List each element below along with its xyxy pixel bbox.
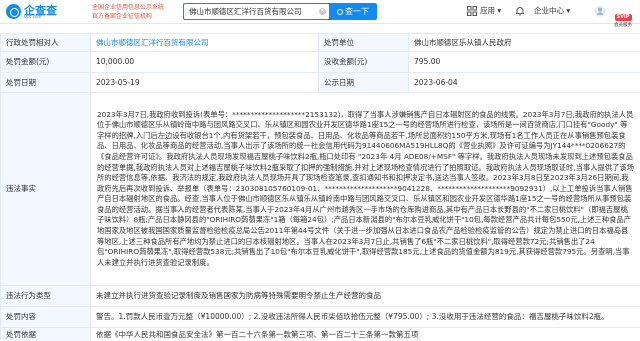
table-row: 行政处罚相对人 佛山市顺德区汇洋行百货有限公司 处罚单位 佛山市顺德区乐从镇人民… — [0, 33, 640, 52]
label-publish-date: 公示日期 — [318, 72, 409, 93]
violation-value: 未建立并执行进货查验记录制度及销售国家为防病等特殊需要明令禁止生产经营的食品 — [90, 285, 640, 307]
notification-bell-icon[interactable] — [515, 6, 525, 16]
apps-grid-icon[interactable] — [467, 6, 477, 16]
decision-date-value: 2023-05-19 — [90, 72, 319, 93]
label-facts: 违法事实 — [0, 92, 91, 286]
header-slogan: 全国企业信用信息公示系统 官方备案企业征信机构 — [92, 3, 180, 21]
facts-text: 2023年3月7日,我政府收到投诉(表单号：******************… — [90, 92, 640, 286]
user-avatar-icon[interactable] — [594, 5, 606, 17]
svip-badge: SVIP — [614, 14, 632, 21]
nav-enterprise-label: 企业中心 — [534, 6, 564, 15]
svip-label: 会员服务 — [614, 23, 632, 28]
nav-apps-label: 应用 — [480, 6, 495, 15]
table-row: 违法行为类型 未建立并执行进货查验记录制度及销售国家为防病等特殊需要明令禁止生产… — [0, 285, 640, 307]
search-button[interactable]: 查一下 — [329, 3, 377, 20]
table-row: 处罚金额(元) 10,000.00 没收金额(元) 795.00 — [0, 51, 640, 73]
content-value: 警告。1.罚款人民币壹万元整（¥10000.00）; 2.没收违法所得人民币柒佰… — [90, 306, 640, 328]
chevron-down-icon: ▾ — [566, 6, 571, 15]
slogan-line-2: 官方备案企业征信机构 — [92, 13, 153, 20]
search-button-label: 查一下 — [345, 7, 369, 16]
nav-enterprise-center[interactable]: 企业中心 ▾ — [534, 5, 570, 16]
authority-value: 佛山市顺德区乐从镇人民政府 — [408, 33, 640, 52]
label-party: 行政处罚相对人 — [0, 33, 91, 52]
label-amount: 处罚金额(元) — [0, 51, 91, 73]
search-icon — [337, 9, 343, 15]
label-authority: 处罚单位 — [318, 33, 409, 52]
label-violation: 违法行为类型 — [0, 285, 91, 307]
label-confiscation: 没收金额(元) — [318, 51, 409, 73]
basis-value: 依据《中华人民共和国食品安全法》第一百二十六条第一款第三项、第一百二十三条第一款… — [90, 327, 640, 341]
table-row: 处罚日期 2023-05-19 公示日期 2023-06-04 — [0, 72, 640, 93]
label-decision-date: 处罚日期 — [0, 72, 91, 93]
penalty-detail-table: 行政处罚相对人 佛山市顺德区汇洋行百货有限公司 处罚单位 佛山市顺德区乐从镇人民… — [0, 33, 640, 341]
table-row: 处罚依据 依据《中华人民共和国食品安全法》第一百二十六条第一款第三项、第一百二十… — [0, 327, 640, 341]
qcc-logo[interactable]: 企查查 Qcc.com — [6, 3, 84, 21]
nav-apps[interactable]: 应用 ▾ — [480, 5, 501, 16]
confiscation-value: 795.00 — [408, 51, 640, 73]
party-company-link[interactable]: 佛山市顺德区汇洋行百货有限公司 — [90, 33, 319, 52]
amount-value: 10,000.00 — [90, 51, 319, 73]
label-content: 处罚内容 — [0, 306, 91, 328]
top-navigation-bar: 企查查 Qcc.com 全国企业信用信息公示系统 官方备案企业征信机构 佛山市顺… — [0, 0, 640, 28]
table-row: 违法事实 2023年3月7日,我政府收到投诉(表单号：*************… — [0, 92, 640, 286]
clear-search-icon[interactable]: ✕ — [319, 8, 326, 15]
qcc-logo-mark-icon — [6, 4, 21, 19]
publish-date-value: 2023-06-04 — [408, 72, 640, 93]
slogan-line-1: 全国企业信用信息公示系统 — [92, 4, 165, 11]
table-row: 处罚内容 警告。1.罚款人民币壹万元整（¥10000.00）; 2.没收违法所得… — [0, 306, 640, 328]
search-input[interactable]: 佛山市顺德区汇洋行百货有限公司 — [183, 3, 329, 20]
logo-subtext: Qcc.com — [24, 14, 42, 19]
label-basis: 处罚依据 — [0, 327, 91, 341]
chevron-down-icon: ▾ — [497, 6, 502, 15]
svip-member-service[interactable]: SVIP 会员服务 — [610, 3, 636, 28]
